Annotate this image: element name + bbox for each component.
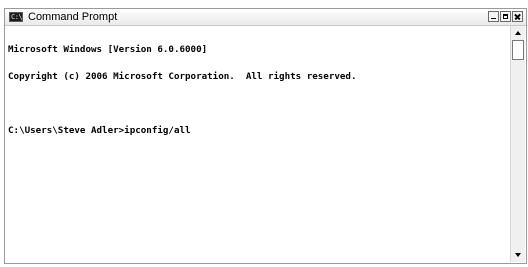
close-button[interactable] bbox=[512, 11, 523, 22]
vertical-scrollbar[interactable] bbox=[510, 26, 525, 262]
minimize-button[interactable] bbox=[488, 11, 499, 22]
console-line-copyright: Copyright (c) 2006 Microsoft Corporation… bbox=[8, 71, 357, 82]
command-prompt-window: C:\ Command Prompt Microsoft Windows [Ve… bbox=[4, 8, 527, 264]
arrow-down-icon bbox=[515, 253, 521, 257]
scroll-down-button[interactable] bbox=[512, 249, 524, 261]
maximize-button[interactable] bbox=[500, 11, 511, 22]
console-line-command: C:\Users\Steve Adler>ipconfig/all bbox=[8, 125, 191, 136]
window-controls bbox=[487, 11, 523, 22]
console-output-area[interactable]: Microsoft Windows [Version 6.0.6000] Cop… bbox=[6, 26, 508, 262]
console-line-version: Microsoft Windows [Version 6.0.6000] bbox=[8, 44, 208, 55]
scroll-up-button[interactable] bbox=[512, 27, 524, 39]
title-bar[interactable]: C:\ Command Prompt bbox=[5, 9, 526, 26]
scroll-thumb[interactable] bbox=[512, 40, 524, 60]
console-line-blank bbox=[8, 99, 506, 108]
arrow-up-icon bbox=[515, 31, 521, 35]
command-prompt-icon[interactable]: C:\ bbox=[9, 12, 23, 22]
command-prompt-icon-label: C:\ bbox=[11, 13, 23, 21]
console-text: Microsoft Windows [Version 6.0.6000] Cop… bbox=[6, 26, 508, 154]
window-title: Command Prompt bbox=[28, 11, 118, 23]
